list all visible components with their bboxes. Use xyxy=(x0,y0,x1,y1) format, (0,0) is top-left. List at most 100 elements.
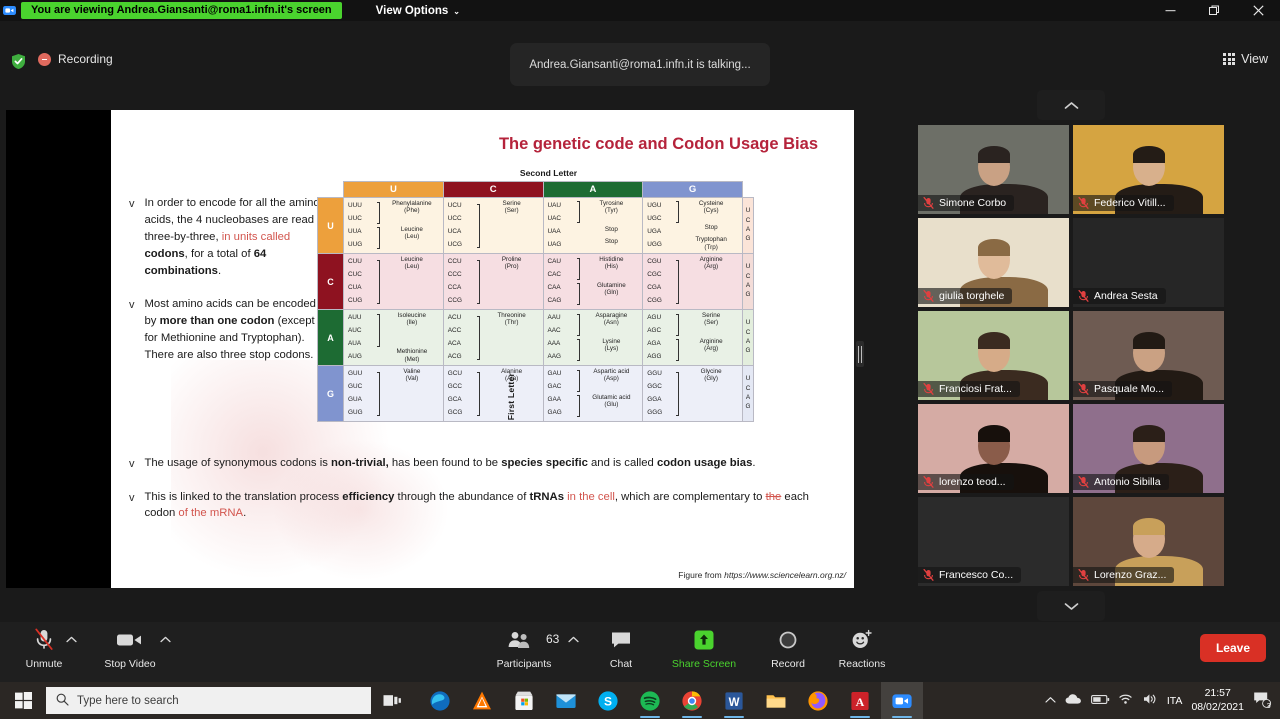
amino-acid: Threonine (Thr) xyxy=(482,312,542,363)
search-input[interactable]: Type here to search xyxy=(46,687,371,714)
codon-cell-inner: CGU CGC CGA CGG Arginine (Arg) xyxy=(643,254,742,309)
view-options-button[interactable]: View Options ⌄ xyxy=(376,5,460,17)
adobe-acrobat-taskbar-button[interactable]: A xyxy=(839,682,881,719)
minimize-button[interactable] xyxy=(1148,0,1192,21)
participants-page-up-button[interactable] xyxy=(1037,90,1105,120)
panel-resize-handle[interactable] xyxy=(856,341,864,367)
participant-tile[interactable]: Simone Corbo xyxy=(918,125,1069,214)
leave-button[interactable]: Leave xyxy=(1199,634,1266,662)
participant-tile[interactable]: Antonio Sibilla xyxy=(1073,404,1224,493)
slide-bullet: v In order to encode for all the amino ac… xyxy=(129,195,329,280)
participant-tile[interactable]: Andrea Sesta xyxy=(1073,218,1224,307)
participant-nameplate: Franciosi Frat... xyxy=(918,381,1020,397)
codon-cell: ACU ACC ACA ACG Threonine (Thr) xyxy=(442,309,544,366)
participants-count: 63 xyxy=(546,632,560,646)
participant-tile[interactable]: lorenzo teod... xyxy=(918,404,1069,493)
record-label: Record xyxy=(771,658,805,670)
stop-video-label: Stop Video xyxy=(104,658,156,670)
clock[interactable]: 21:57 08/02/2021 xyxy=(1191,687,1244,713)
unmute-button[interactable]: Unmute xyxy=(2,627,86,670)
participant-tile[interactable]: Federico Vitill... xyxy=(1073,125,1224,214)
first-letter-label: First Letter xyxy=(506,373,516,421)
participant-tile[interactable]: Franciosi Frat... xyxy=(918,311,1069,400)
battery-icon[interactable] xyxy=(1090,694,1110,708)
amino-acid-abbr: (His) xyxy=(604,263,619,271)
onedrive-cloud-icon[interactable] xyxy=(1065,693,1082,708)
amino-acid-name: Histidine xyxy=(599,256,624,263)
google-chrome-taskbar-button[interactable] xyxy=(671,682,713,719)
record-button[interactable]: Record xyxy=(746,627,830,670)
participants-options-caret[interactable] xyxy=(568,635,579,646)
amino-acid: Stop xyxy=(582,238,642,251)
codon-list: AGU AGC AGA AGG xyxy=(647,312,675,363)
participant-tile[interactable]: Pasquale Mo... xyxy=(1073,311,1224,400)
skype-taskbar-button[interactable]: S xyxy=(587,682,629,719)
bullet-fragment: has been found to be xyxy=(388,457,502,469)
wifi-icon[interactable] xyxy=(1119,693,1134,708)
codon-table-row: A AUU AUC AUA AUG Isoleucine (Ile) Methionine (M… xyxy=(317,309,754,366)
microsoft-word-taskbar-button[interactable]: W xyxy=(713,682,755,719)
stop-video-button[interactable]: Stop Video xyxy=(88,627,172,670)
bullet-fragment: The usage of synonymous codons is xyxy=(144,457,332,469)
participant-nameplate: Francesco Co... xyxy=(918,567,1022,583)
chat-button[interactable]: Chat xyxy=(579,627,663,670)
adobe-acrobat-icon: A xyxy=(851,691,869,710)
codon-third-letter-column: UCAG xyxy=(742,365,754,422)
amino-acid-name: Leucine xyxy=(400,225,423,233)
close-button[interactable] xyxy=(1236,0,1280,21)
record-circle-icon xyxy=(777,627,799,653)
codon-triplet: AGA xyxy=(647,339,661,347)
language-indicator[interactable]: ITA xyxy=(1167,695,1183,707)
codon-triplet: UAA xyxy=(547,227,561,235)
restore-button[interactable] xyxy=(1192,0,1236,21)
participant-hair xyxy=(978,146,1011,164)
codon-triplet: UCC xyxy=(447,215,462,223)
file-explorer-taskbar-button[interactable] xyxy=(755,682,797,719)
notifications-icon[interactable]: 3 xyxy=(1253,691,1272,711)
codon-brace xyxy=(476,368,481,419)
codon-triplet: UUA xyxy=(348,227,362,235)
microsoft-store-taskbar-button[interactable] xyxy=(503,682,545,719)
spotify-taskbar-button[interactable] xyxy=(629,682,671,719)
shield-icon[interactable] xyxy=(10,53,27,70)
video-options-caret[interactable] xyxy=(160,635,171,646)
codon-group-bracket xyxy=(377,259,380,304)
codon-triplet: GUA xyxy=(348,395,362,403)
shared-screen-stage[interactable]: The genetic code and Codon Usage Bias vI… xyxy=(6,110,854,588)
recording-label: Recording xyxy=(58,52,113,66)
participant-tiles: Simone Corbo Federico Vitill... giulia tor… xyxy=(918,125,1224,586)
codon-column-header: C xyxy=(442,181,544,198)
tray-overflow-button[interactable] xyxy=(1045,695,1056,707)
mail-taskbar-button[interactable] xyxy=(545,682,587,719)
amino-acid-list: Aspartic acid (Asp) Glutamic acid (Glu) xyxy=(581,368,642,419)
participant-name: Federico Vitill... xyxy=(1094,197,1166,209)
third-letter: A xyxy=(745,338,751,345)
amino-acid-abbr: (Gln) xyxy=(604,288,619,296)
participant-tile[interactable]: giulia torghele xyxy=(918,218,1069,307)
view-layout-button[interactable]: View xyxy=(1223,52,1268,66)
participants-page-down-button[interactable] xyxy=(1037,591,1105,621)
participant-tile[interactable]: Lorenzo Graz... xyxy=(1073,497,1224,586)
recording-indicator[interactable]: Recording xyxy=(38,52,113,66)
codon-cell: CGU CGC CGA CGG Arginine (Arg) xyxy=(642,253,743,310)
codon-cell-inner: UGU UGC UGA UGG Cysteine (Cys) Stop Tryptophan(… xyxy=(643,198,742,253)
participant-name: Lorenzo Graz... xyxy=(1094,569,1167,581)
participant-tile[interactable]: Francesco Co... xyxy=(918,497,1069,586)
reactions-button[interactable]: Reactions xyxy=(820,627,904,670)
codon-column-header: A xyxy=(542,181,644,198)
avast-taskbar-button[interactable] xyxy=(461,682,503,719)
share-screen-button[interactable]: Share Screen xyxy=(662,627,746,670)
firefox-taskbar-button[interactable] xyxy=(797,682,839,719)
active-speaker-banner: Andrea.Giansanti@roma1.infn.it is talkin… xyxy=(510,43,770,86)
speaker-icon[interactable] xyxy=(1143,693,1158,708)
audio-options-caret[interactable] xyxy=(66,635,77,646)
task-view-icon[interactable] xyxy=(371,682,413,719)
participant-hair xyxy=(978,425,1011,443)
taskbar-active-underline xyxy=(850,715,870,718)
participant-nameplate: Simone Corbo xyxy=(918,195,1015,211)
microsoft-edge-taskbar-button[interactable] xyxy=(419,682,461,719)
windows-start-icon[interactable] xyxy=(0,682,46,719)
slide-bullet: v The usage of synonymous codons is non-t… xyxy=(129,455,829,473)
zoom-taskbar-button[interactable] xyxy=(881,682,923,719)
codon-brace xyxy=(476,312,481,363)
